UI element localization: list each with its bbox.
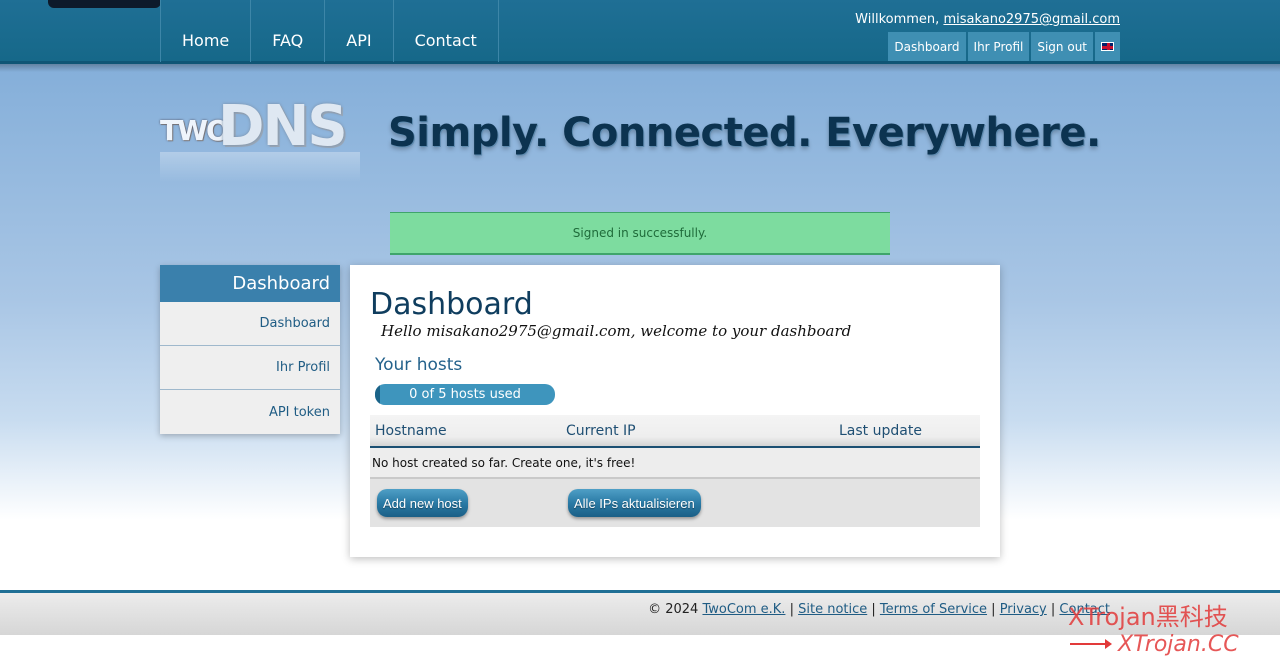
main-nav: Home FAQ API Contact	[160, 0, 499, 62]
main-panel: Dashboard Hello misakano2975@gmail.com, …	[350, 265, 1000, 557]
footer-sep-2: |	[867, 602, 880, 617]
table-empty-row: No host created so far. Create one, it's…	[370, 448, 980, 479]
footer-privacy-link[interactable]: Privacy	[1000, 602, 1047, 617]
footer-sep-4: |	[1046, 602, 1060, 617]
welcome-message: Hello misakano2975@gmail.com, welcome to…	[381, 322, 852, 340]
nav-api[interactable]: API	[324, 0, 392, 62]
table-header: Hostname Current IP Last update	[370, 415, 980, 448]
footer-copyright: © 2024	[648, 602, 703, 617]
user-email-link[interactable]: misakano2975@gmail.com	[943, 12, 1120, 27]
hosts-progress-text: 0 of 5 hosts used	[409, 387, 521, 402]
page-title: Dashboard	[370, 287, 533, 322]
add-host-button[interactable]: Add new host	[377, 489, 468, 517]
watermark-text-2: XTrojan.CC	[1118, 632, 1239, 657]
sidebar-item-api-token[interactable]: API token	[160, 390, 340, 434]
logo-reflection	[160, 152, 360, 182]
nav-home[interactable]: Home	[160, 0, 250, 62]
top-nav-bar: Home FAQ API Contact Willkommen, misakan…	[0, 0, 1280, 64]
footer-company-link[interactable]: TwoCom e.K.	[702, 602, 785, 617]
sidebar-title: Dashboard	[160, 265, 340, 302]
column-hostname: Hostname	[375, 423, 447, 439]
table-actions: Add new host Alle IPs aktualisieren	[370, 479, 980, 527]
sidebar: Dashboard Dashboard Ihr Profil API token	[160, 265, 340, 434]
flash-success-message: Signed in successfully.	[390, 212, 890, 255]
welcome-prefix: Willkommen,	[855, 12, 944, 27]
watermark-text-1: XTrojan黑科技	[1068, 603, 1228, 631]
topbar-shadow	[0, 64, 1280, 72]
user-buttons: Dashboard Ihr Profil Sign out	[888, 32, 1120, 61]
column-last-update: Last update	[839, 423, 922, 439]
column-current-ip: Current IP	[566, 423, 636, 439]
nav-contact[interactable]: Contact	[392, 0, 499, 62]
sidebar-item-profile[interactable]: Ihr Profil	[160, 346, 340, 390]
logo-dns-text: DNS	[218, 94, 348, 159]
top-black-tab	[48, 0, 161, 8]
language-button[interactable]	[1095, 32, 1120, 61]
dashboard-button[interactable]: Dashboard	[888, 32, 966, 61]
watermark-arrow-icon	[1070, 639, 1112, 649]
hosts-table: Hostname Current IP Last update No host …	[370, 415, 980, 527]
slogan: Simply. Connected. Everywhere.	[388, 110, 1101, 156]
footer-sep-3: |	[987, 602, 1000, 617]
footer-site-notice-link[interactable]: Site notice	[798, 602, 867, 617]
twodns-logo[interactable]: TWO DNS	[160, 94, 360, 190]
signout-button[interactable]: Sign out	[1031, 32, 1093, 61]
update-all-ips-button[interactable]: Alle IPs aktualisieren	[568, 489, 701, 517]
sidebar-item-dashboard[interactable]: Dashboard	[160, 302, 340, 346]
hosts-progress-bar: 0 of 5 hosts used	[375, 384, 555, 405]
profile-button[interactable]: Ihr Profil	[967, 32, 1030, 61]
uk-flag-icon	[1101, 42, 1114, 51]
nav-faq[interactable]: FAQ	[250, 0, 324, 62]
welcome-text: Willkommen, misakano2975@gmail.com	[855, 12, 1120, 27]
footer-links: © 2024 TwoCom e.K. | Site notice | Terms…	[648, 602, 1110, 617]
footer-sep-1: |	[785, 602, 799, 617]
hosts-section-title: Your hosts	[375, 355, 463, 375]
footer-terms-link[interactable]: Terms of Service	[880, 602, 987, 617]
